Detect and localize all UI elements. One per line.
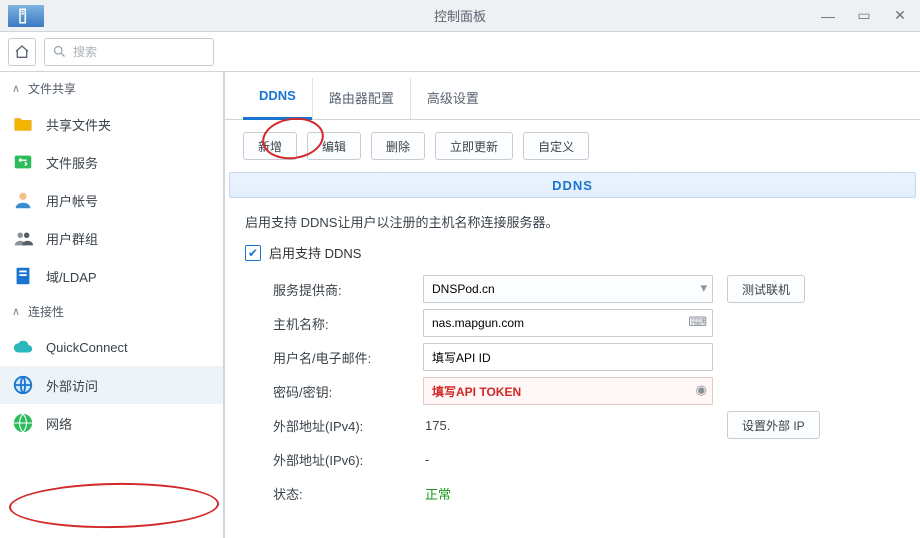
- ipv4-value: 175.: [423, 418, 450, 433]
- sidebar-item-label: 文件服务: [46, 153, 98, 172]
- brand-icon: [8, 5, 44, 27]
- add-button[interactable]: 新增: [243, 132, 297, 160]
- ipv6-label: 外部地址(IPv6):: [273, 450, 423, 469]
- sidebar-item-label: 外部访问: [46, 376, 98, 395]
- section-header: DDNS: [229, 172, 916, 198]
- globe-icon: [12, 374, 34, 396]
- chevron-up-icon: ∧: [12, 82, 24, 95]
- tab-ddns[interactable]: DDNS: [243, 78, 312, 119]
- username-input[interactable]: [423, 343, 713, 371]
- main-panel: DDNS 路由器配置 高级设置 新增 编辑 删除 立即更新 自定义 DDNS 启…: [225, 72, 920, 538]
- folder-icon: [12, 113, 34, 135]
- chevron-up-icon: ∧: [12, 305, 24, 318]
- ipv4-label: 外部地址(IPv4):: [273, 416, 423, 435]
- password-label: 密码/密钥:: [273, 382, 423, 401]
- hostname-input[interactable]: [423, 309, 713, 337]
- checkbox-label: 启用支持 DDNS: [269, 243, 361, 262]
- sidebar-item-ldap[interactable]: 域/LDAP: [0, 257, 223, 295]
- toolbar: 新增 编辑 删除 立即更新 自定义: [225, 120, 920, 172]
- update-now-button[interactable]: 立即更新: [435, 132, 513, 160]
- username-label: 用户名/电子邮件:: [273, 348, 423, 367]
- tab-advanced[interactable]: 高级设置: [410, 78, 495, 119]
- chevron-down-icon: ▾: [700, 280, 707, 296]
- edit-button[interactable]: 编辑: [307, 132, 361, 160]
- sidebar-item-label: 用户帐号: [46, 191, 98, 210]
- ddns-form: 服务提供商: ▾ 测试联机 主机名称: ⌨ 用户名/电子邮件:: [245, 272, 900, 510]
- status-value: 正常: [423, 487, 451, 502]
- tab-bar: DDNS 路由器配置 高级设置: [225, 72, 920, 120]
- sidebar-item-quickconnect[interactable]: QuickConnect: [0, 328, 223, 366]
- cloud-icon: [12, 336, 34, 358]
- sidebar-item-users[interactable]: 用户帐号: [0, 181, 223, 219]
- enable-ddns-checkbox[interactable]: ✔ 启用支持 DDNS: [245, 243, 900, 262]
- status-label: 状态:: [273, 484, 423, 503]
- tab-router[interactable]: 路由器配置: [312, 78, 410, 119]
- checkbox-checked-icon: ✔: [245, 245, 261, 261]
- sidebar-item-label: 用户群组: [46, 229, 98, 248]
- sidebar-group-label: 文件共享: [28, 80, 76, 97]
- content-area: 启用支持 DDNS让用户以注册的主机名称连接服务器。 ✔ 启用支持 DDNS 服…: [225, 198, 920, 538]
- network-icon: [12, 412, 34, 434]
- close-button[interactable]: ✕: [882, 2, 918, 30]
- sidebar-item-label: QuickConnect: [46, 340, 128, 355]
- directory-icon: [12, 265, 34, 287]
- sidebar-item-network[interactable]: 网络: [0, 404, 223, 442]
- sidebar-item-shared-folder[interactable]: 共享文件夹: [0, 105, 223, 143]
- user-icon: [12, 189, 34, 211]
- delete-button[interactable]: 删除: [371, 132, 425, 160]
- home-icon: [14, 44, 30, 60]
- keyboard-icon: ⌨: [688, 314, 707, 330]
- search-icon: [52, 44, 67, 59]
- hostname-label: 主机名称:: [273, 314, 423, 333]
- sidebar: ∧ 文件共享 共享文件夹 文件服务 用户帐号 用户群组 域/LDAP ∧ 连接性: [0, 72, 225, 538]
- sidebar-item-label: 共享文件夹: [46, 115, 111, 134]
- titlebar: 控制面板 — ▭ ✕: [0, 0, 920, 32]
- header-bar: [0, 32, 920, 72]
- provider-label: 服务提供商:: [273, 280, 423, 299]
- set-external-ip-button[interactable]: 设置外部 IP: [727, 411, 820, 439]
- search-input[interactable]: [44, 38, 214, 66]
- minimize-button[interactable]: —: [810, 2, 846, 30]
- eye-icon: ◉: [696, 382, 707, 398]
- window-title: 控制面板: [434, 6, 486, 25]
- group-icon: [12, 227, 34, 249]
- sidebar-item-label: 网络: [46, 414, 72, 433]
- sidebar-item-groups[interactable]: 用户群组: [0, 219, 223, 257]
- maximize-button[interactable]: ▭: [846, 2, 882, 30]
- sidebar-item-label: 域/LDAP: [46, 267, 97, 286]
- home-button[interactable]: [8, 38, 36, 66]
- sidebar-item-file-service[interactable]: 文件服务: [0, 143, 223, 181]
- description-text: 启用支持 DDNS让用户以注册的主机名称连接服务器。: [245, 212, 900, 231]
- password-input[interactable]: [423, 377, 713, 405]
- customize-button[interactable]: 自定义: [523, 132, 589, 160]
- test-connection-button[interactable]: 测试联机: [727, 275, 805, 303]
- sidebar-group-label: 连接性: [28, 303, 64, 320]
- sidebar-item-external-access[interactable]: 外部访问: [0, 366, 223, 404]
- provider-select[interactable]: [423, 275, 713, 303]
- transfer-icon: [12, 151, 34, 173]
- sidebar-group-connectivity[interactable]: ∧ 连接性: [0, 295, 223, 328]
- sidebar-group-fileshare[interactable]: ∧ 文件共享: [0, 72, 223, 105]
- ipv6-value: -: [423, 452, 429, 467]
